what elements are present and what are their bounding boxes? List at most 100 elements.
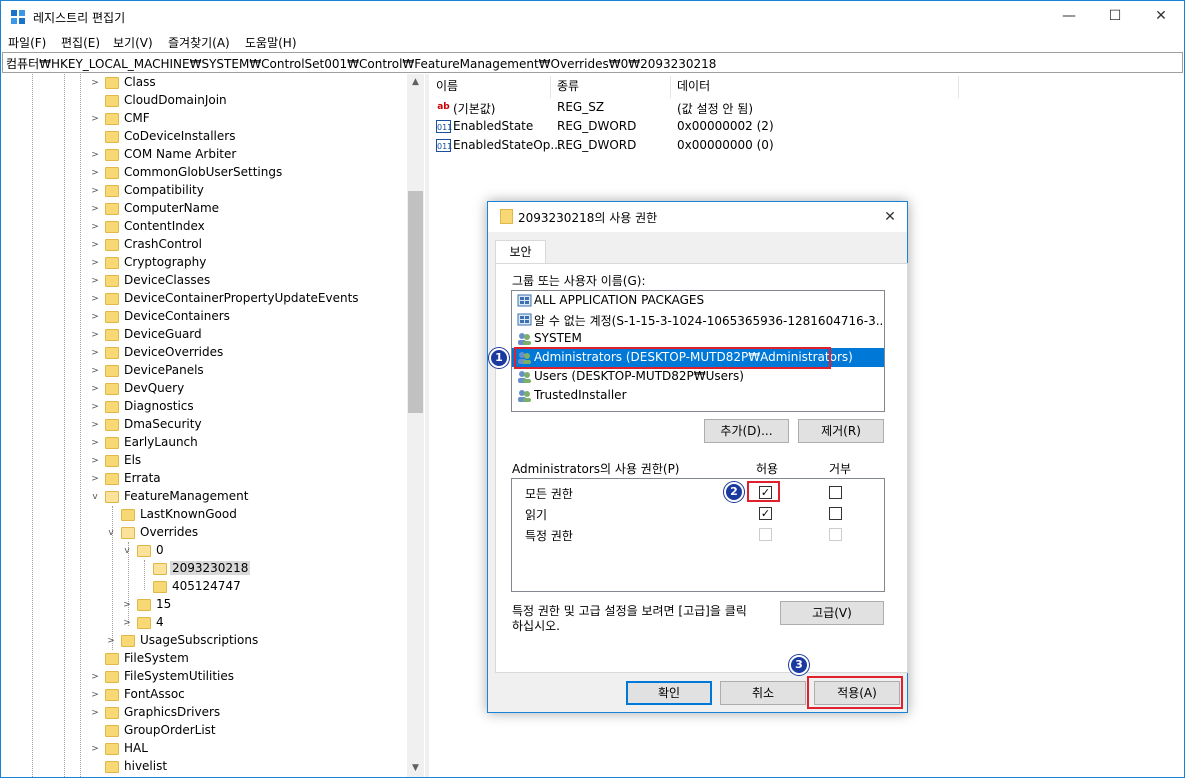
chevron-right-icon[interactable]: > [90, 204, 100, 214]
menu-view[interactable]: 보기(V) [113, 34, 153, 51]
tree-item-2093230218[interactable]: 2093230218 [2, 560, 407, 578]
column-header-data[interactable]: 데이터 [671, 76, 959, 98]
value-row[interactable]: ab (기본값) REG_SZ (값 설정 안 됨) [430, 98, 1030, 117]
column-header-type[interactable]: 종류 [551, 76, 671, 98]
dialog-close-icon[interactable]: ✕ [879, 206, 901, 228]
tree-item-errata[interactable]: > Errata [2, 470, 407, 488]
chevron-right-icon[interactable]: > [90, 330, 100, 340]
chevron-right-icon[interactable]: > [90, 744, 100, 754]
tree-item-cryptography[interactable]: > Cryptography [2, 254, 407, 272]
menu-edit[interactable]: 편집(E) [61, 34, 100, 51]
tree-item-deviceoverrides[interactable]: > DeviceOverrides [2, 344, 407, 362]
tree-item-filesystem[interactable]: FileSystem [2, 650, 407, 668]
user-item[interactable]: TrustedInstaller [512, 386, 884, 405]
cancel-button[interactable]: 취소 [720, 681, 806, 705]
chevron-right-icon[interactable]: > [90, 294, 100, 304]
chevron-right-icon[interactable]: > [90, 78, 100, 88]
tree-item-commonglobusersettings[interactable]: > CommonGlobUserSettings [2, 164, 407, 182]
chevron-right-icon[interactable]: > [90, 672, 100, 682]
tree-item-deviceguard[interactable]: > DeviceGuard [2, 326, 407, 344]
chevron-right-icon[interactable]: > [90, 384, 100, 394]
menu-favorites[interactable]: 즐겨찾기(A) [168, 34, 230, 51]
tree-item-clouddomainjoin[interactable]: CloudDomainJoin [2, 92, 407, 110]
chevron-right-icon[interactable]: > [90, 456, 100, 466]
scroll-down-arrow-icon[interactable]: ▼ [407, 760, 424, 777]
chevron-right-icon[interactable]: > [90, 402, 100, 412]
user-item[interactable]: Users (DESKTOP-MUTD82P₩Users) [512, 367, 884, 386]
scrollbar-thumb[interactable] [408, 191, 423, 413]
chevron-right-icon[interactable]: > [90, 240, 100, 250]
full-control-deny-checkbox[interactable] [829, 486, 842, 499]
chevron-right-icon[interactable]: > [90, 474, 100, 484]
tree-item-0[interactable]: v0 [2, 542, 407, 560]
chevron-right-icon[interactable]: > [90, 366, 100, 376]
user-item[interactable]: ALL APPLICATION PACKAGES [512, 291, 884, 310]
tree-item-devicepanels[interactable]: > DevicePanels [2, 362, 407, 380]
ok-button[interactable]: 확인 [626, 681, 712, 705]
column-header-name[interactable]: 이름 [430, 76, 551, 98]
read-allow-checkbox[interactable]: ✓ [759, 507, 772, 520]
remove-button[interactable]: 제거(R) [798, 419, 884, 443]
value-row[interactable]: 011 EnabledStateOp... REG_DWORD 0x000000… [430, 136, 1030, 155]
tree-item-hal[interactable]: > HAL [2, 740, 407, 758]
tree-item-filesystemutilities[interactable]: > FileSystemUtilities [2, 668, 407, 686]
chevron-down-icon[interactable]: v [122, 546, 132, 556]
chevron-right-icon[interactable]: > [122, 600, 132, 610]
chevron-right-icon[interactable]: > [90, 150, 100, 160]
tree-item-cmf[interactable]: > CMF [2, 110, 407, 128]
read-deny-checkbox[interactable] [829, 507, 842, 520]
tree-item-lastknowngood[interactable]: LastKnownGood [2, 506, 407, 524]
advanced-button[interactable]: 고급(V) [780, 601, 884, 625]
tree-item-deviceclasses[interactable]: > DeviceClasses [2, 272, 407, 290]
tree-item-405124747[interactable]: 405124747 [2, 578, 407, 596]
menu-file[interactable]: 파일(F) [8, 34, 46, 51]
tree-item-fontassoc[interactable]: > FontAssoc [2, 686, 407, 704]
tree-item-devquery[interactable]: > DevQuery [2, 380, 407, 398]
chevron-right-icon[interactable]: > [90, 708, 100, 718]
add-button[interactable]: 추가(D)... [704, 419, 789, 443]
chevron-right-icon[interactable]: > [90, 186, 100, 196]
chevron-right-icon[interactable]: > [90, 690, 100, 700]
tree-item-diagnostics[interactable]: > Diagnostics [2, 398, 407, 416]
tab-security[interactable]: 보안 [495, 240, 546, 264]
chevron-right-icon[interactable]: > [90, 420, 100, 430]
chevron-down-icon[interactable]: v [90, 492, 100, 502]
close-button[interactable]: ✕ [1138, 1, 1184, 32]
tree-item-crashcontrol[interactable]: > CrashControl [2, 236, 407, 254]
tree-item-4[interactable]: >4 [2, 614, 407, 632]
user-item[interactable]: 알 수 없는 계정(S-1-15-3-1024-1065365936-12816… [512, 310, 884, 329]
tree-item-grouporderlist[interactable]: GroupOrderList [2, 722, 407, 740]
chevron-right-icon[interactable]: > [90, 114, 100, 124]
chevron-right-icon[interactable]: > [90, 258, 100, 268]
chevron-right-icon[interactable]: > [90, 222, 100, 232]
chevron-down-icon[interactable]: v [106, 528, 116, 538]
chevron-right-icon[interactable]: > [90, 276, 100, 286]
tree-item-class[interactable]: > Class [2, 74, 407, 92]
tree-scrollbar[interactable]: ▲ ▼ [407, 74, 424, 777]
chevron-right-icon[interactable]: > [106, 636, 116, 646]
chevron-right-icon[interactable]: > [90, 168, 100, 178]
chevron-right-icon[interactable]: > [90, 438, 100, 448]
menu-help[interactable]: 도움말(H) [245, 34, 297, 51]
scroll-up-arrow-icon[interactable]: ▲ [407, 74, 424, 91]
value-row[interactable]: 011 EnabledState REG_DWORD 0x00000002 (2… [430, 117, 1030, 136]
tree-item-graphicsdrivers[interactable]: > GraphicsDrivers [2, 704, 407, 722]
tree-item-hivelist[interactable]: hivelist [2, 758, 407, 776]
tree-item-contentindex[interactable]: > ContentIndex [2, 218, 407, 236]
tree-item-earlylaunch[interactable]: > EarlyLaunch [2, 434, 407, 452]
tree-item-devicecontainers[interactable]: > DeviceContainers [2, 308, 407, 326]
tree-item-compatibility[interactable]: > Compatibility [2, 182, 407, 200]
tree-item-featuremanagement[interactable]: v FeatureManagement [2, 488, 407, 506]
tree-item-els[interactable]: > Els [2, 452, 407, 470]
maximize-button[interactable]: ☐ [1092, 1, 1138, 32]
tree-item-15[interactable]: >15 [2, 596, 407, 614]
chevron-right-icon[interactable]: > [90, 348, 100, 358]
pane-splitter[interactable] [425, 74, 429, 777]
user-item[interactable]: SYSTEM [512, 329, 884, 348]
minimize-button[interactable]: — [1046, 1, 1092, 32]
tree-item-dmasecurity[interactable]: > DmaSecurity [2, 416, 407, 434]
tree-item-overrides[interactable]: v Overrides [2, 524, 407, 542]
tree-item-codeviceinstallers[interactable]: CoDeviceInstallers [2, 128, 407, 146]
tree-item-com-name-arbiter[interactable]: > COM Name Arbiter [2, 146, 407, 164]
chevron-right-icon[interactable]: > [90, 312, 100, 322]
